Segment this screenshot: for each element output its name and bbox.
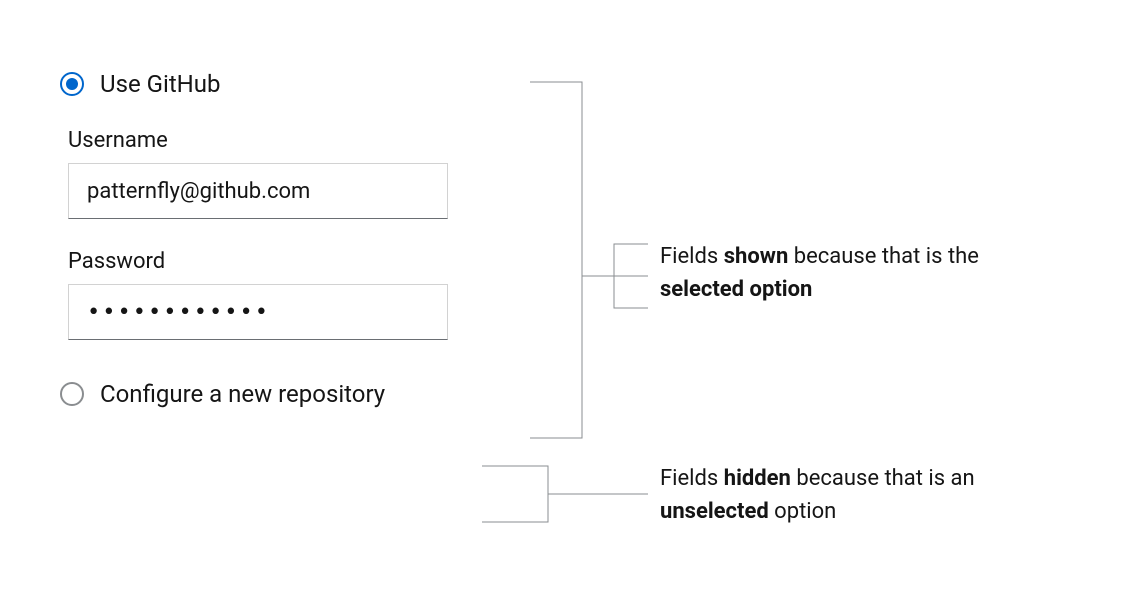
radio-label-configure-repo: Configure a new repository	[100, 380, 385, 408]
form-area: Use GitHub Username Password Configure a…	[60, 70, 480, 416]
annotation-hidden-bold-1: hidden	[724, 466, 791, 491]
annotation-shown-text-2: because that is the	[788, 244, 979, 269]
annotation-hidden-text-3: option	[769, 499, 837, 524]
username-input[interactable]	[68, 163, 448, 219]
radio-label-use-github: Use GitHub	[100, 70, 221, 98]
field-group-password: Password	[68, 249, 480, 340]
field-group-username: Username	[68, 128, 480, 219]
annotation-hidden-bold-2: unselected	[660, 499, 769, 524]
password-label: Password	[68, 249, 480, 274]
radio-icon-selected[interactable]	[60, 72, 84, 96]
annotation-shown-bold-1: shown	[724, 244, 789, 269]
annotation-hidden: Fields hidden because that is an unselec…	[660, 462, 1060, 528]
annotation-hidden-text-1: Fields	[660, 466, 724, 491]
annotation-hidden-text-2: because that is an	[791, 466, 975, 491]
radio-option-configure-repo[interactable]: Configure a new repository	[60, 380, 480, 408]
annotation-shown: Fields shown because that is the selecte…	[660, 240, 1060, 306]
radio-icon-unselected[interactable]	[60, 382, 84, 406]
annotation-shown-bold-2: selected option	[660, 277, 812, 302]
github-fields: Username Password	[68, 128, 480, 340]
annotation-shown-text-1: Fields	[660, 244, 724, 269]
password-input[interactable]	[68, 284, 448, 340]
username-label: Username	[68, 128, 480, 153]
radio-option-use-github[interactable]: Use GitHub	[60, 70, 480, 98]
